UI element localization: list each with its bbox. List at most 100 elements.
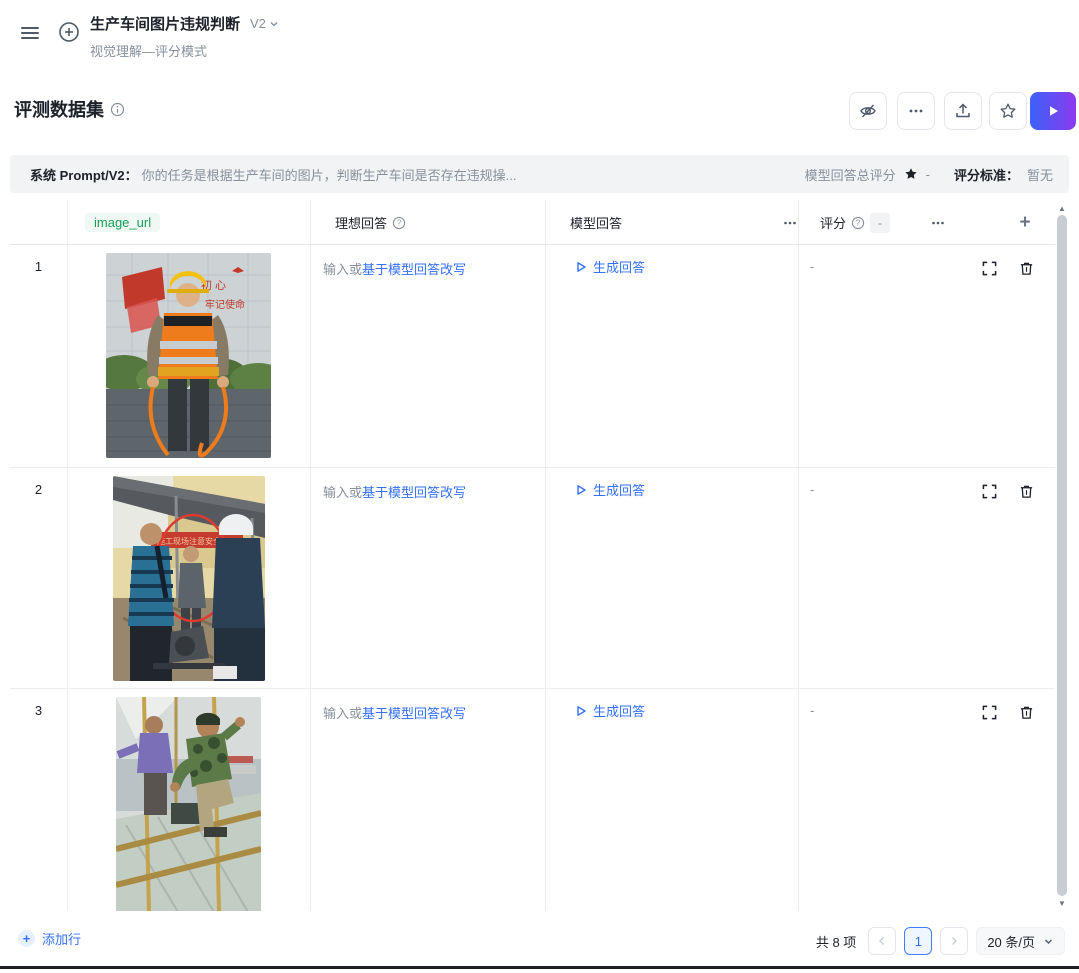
table-row: 1 初 心 牢记使命 输入或基于模型回答改写 生成回答 - bbox=[10, 245, 1055, 467]
model-answer-cell: 生成回答 bbox=[545, 257, 798, 276]
page-size-select[interactable]: 20 条/页 bbox=[976, 927, 1065, 955]
window-bottom-edge bbox=[0, 966, 1079, 969]
rewrite-from-model-link[interactable]: 基于模型回答改写 bbox=[362, 262, 466, 277]
row-number: 1 bbox=[34, 259, 43, 274]
generate-answer-button[interactable]: 生成回答 bbox=[575, 257, 645, 276]
current-page-button[interactable]: 1 bbox=[904, 927, 933, 955]
add-row-button[interactable]: + 添加行 bbox=[18, 929, 81, 948]
more-icon bbox=[909, 109, 923, 113]
menu-icon[interactable] bbox=[16, 20, 44, 46]
row-image-cell[interactable]: 施工现场注意安全 bbox=[67, 476, 310, 681]
ideal-answer-placeholder: 输入或 bbox=[323, 262, 363, 277]
table-row: 2 施工现场注意安全 输入或基于模型回答改写 生成回答 - bbox=[10, 467, 1055, 688]
version-select[interactable]: V2 bbox=[250, 16, 279, 31]
total-score-value: - bbox=[925, 166, 930, 182]
total-count: 共 8 项 bbox=[815, 934, 857, 950]
model-answer-cell: 生成回答 bbox=[545, 701, 798, 720]
expand-row-button[interactable] bbox=[982, 261, 997, 276]
app-subtitle: 视觉理解—评分模式 bbox=[90, 44, 208, 59]
plus-icon: + bbox=[18, 930, 35, 947]
score-cell: - bbox=[810, 482, 815, 497]
column-header-image-url[interactable]: image_url bbox=[85, 213, 161, 232]
ideal-answer-placeholder: 输入或 bbox=[323, 706, 363, 721]
page-size-label: 20 条/页 bbox=[987, 934, 1035, 950]
version-label: V2 bbox=[250, 16, 266, 31]
ideal-answer-placeholder: 输入或 bbox=[323, 485, 363, 500]
system-prompt-bar[interactable]: 系统 Prompt/V2： 你的任务是根据生产车间的图片，判断生产车间是否存在违… bbox=[10, 155, 1069, 193]
delete-row-button[interactable] bbox=[1019, 705, 1034, 720]
generate-answer-label: 生成回答 bbox=[593, 704, 646, 719]
ideal-answer-cell[interactable]: 输入或基于模型回答改写 bbox=[310, 482, 545, 501]
row-image-cell[interactable] bbox=[67, 697, 310, 911]
chevron-left-icon bbox=[879, 937, 885, 945]
score-filter-badge[interactable]: - bbox=[870, 212, 891, 233]
vertical-scrollbar[interactable]: ▲ ▼ bbox=[1055, 200, 1069, 911]
ideal-answer-cell[interactable]: 输入或基于模型回答改写 bbox=[310, 703, 545, 722]
star-icon bbox=[1000, 103, 1016, 118]
play-outline-icon bbox=[577, 484, 586, 495]
rewrite-from-model-link[interactable]: 基于模型回答改写 bbox=[362, 706, 466, 721]
column-header-score[interactable]: 评分 bbox=[820, 213, 846, 232]
svg-text:?: ? bbox=[856, 218, 861, 227]
dataset-table: image_url 理想回答 ? 模型回答 评分 ? - + 1 初 心 牢记使… bbox=[10, 200, 1069, 911]
column-header-model-answer[interactable]: 模型回答 bbox=[570, 213, 622, 232]
chevron-down-icon bbox=[1045, 939, 1052, 944]
prev-page-button[interactable] bbox=[868, 927, 897, 955]
add-column-button[interactable]: + bbox=[1019, 212, 1030, 234]
eye-off-button[interactable] bbox=[849, 92, 887, 130]
circle-plus-icon[interactable] bbox=[56, 19, 82, 45]
star-filled-icon[interactable] bbox=[904, 167, 918, 181]
row-image-cell[interactable]: 初 心 牢记使命 bbox=[67, 253, 310, 458]
help-icon[interactable]: ? bbox=[392, 216, 406, 230]
pagination: 共 8 项 1 20 条/页 bbox=[816, 927, 1065, 955]
eye-off-icon bbox=[860, 104, 876, 118]
run-button[interactable] bbox=[1030, 92, 1076, 130]
expand-row-button[interactable] bbox=[982, 705, 997, 720]
scaffold-scene-image[interactable] bbox=[116, 697, 261, 911]
system-prompt-label: 系统 Prompt/V2： bbox=[30, 167, 138, 183]
model-column-more-icon[interactable] bbox=[782, 215, 798, 231]
favorite-button[interactable] bbox=[989, 92, 1027, 130]
scrollbar-thumb[interactable] bbox=[1057, 215, 1067, 896]
delete-row-button[interactable] bbox=[1019, 261, 1034, 276]
criteria-label: 评分标准： bbox=[953, 167, 1019, 183]
app-title-block: 生产车间图片违规判断 V2 视觉理解—评分模式 bbox=[90, 13, 279, 60]
info-icon[interactable] bbox=[110, 102, 125, 117]
score-cell: - bbox=[810, 703, 815, 718]
upload-button[interactable] bbox=[944, 92, 982, 130]
generate-answer-button[interactable]: 生成回答 bbox=[575, 701, 645, 720]
svg-text:牢记使命: 牢记使命 bbox=[205, 298, 245, 311]
worker-portrait-image[interactable]: 初 心 牢记使命 bbox=[106, 253, 271, 458]
help-icon[interactable]: ? bbox=[851, 216, 865, 230]
scroll-up-icon[interactable]: ▲ bbox=[1055, 202, 1069, 214]
model-answer-cell: 生成回答 bbox=[545, 480, 798, 499]
delete-row-button[interactable] bbox=[1019, 484, 1034, 499]
column-header-ideal-answer[interactable]: 理想回答 bbox=[335, 213, 387, 232]
table-header-row: image_url 理想回答 ? 模型回答 评分 ? - + bbox=[10, 200, 1055, 245]
app-title: 生产车间图片违规判断 bbox=[90, 16, 241, 33]
add-row-label: 添加行 bbox=[42, 932, 82, 947]
score-column-more-icon[interactable] bbox=[930, 215, 946, 231]
chevron-down-icon bbox=[270, 21, 278, 26]
app-window: 生产车间图片违规判断 V2 视觉理解—评分模式 评测数据集 系统 Prompt/… bbox=[0, 0, 1079, 973]
next-page-button[interactable] bbox=[940, 927, 969, 955]
chevron-right-icon bbox=[952, 937, 958, 945]
more-button[interactable] bbox=[897, 92, 935, 130]
workshop-scene-image[interactable]: 施工现场注意安全 bbox=[112, 476, 265, 681]
svg-text:施工现场注意安全: 施工现场注意安全 bbox=[157, 536, 221, 546]
system-prompt-text: 你的任务是根据生产车间的图片，判断生产车间是否存在违规操... bbox=[141, 167, 517, 183]
scroll-down-icon[interactable]: ▼ bbox=[1055, 897, 1069, 909]
upload-icon bbox=[956, 103, 970, 118]
generate-answer-button[interactable]: 生成回答 bbox=[575, 480, 645, 499]
ideal-answer-cell[interactable]: 输入或基于模型回答改写 bbox=[310, 259, 545, 278]
row-number: 3 bbox=[34, 703, 43, 718]
play-icon bbox=[1050, 106, 1058, 116]
play-outline-icon bbox=[577, 261, 586, 272]
page-title: 评测数据集 bbox=[14, 100, 104, 120]
rewrite-from-model-link[interactable]: 基于模型回答改写 bbox=[362, 485, 466, 500]
expand-row-button[interactable] bbox=[982, 484, 997, 499]
generate-answer-label: 生成回答 bbox=[593, 260, 646, 275]
svg-text:?: ? bbox=[397, 218, 402, 227]
play-outline-icon bbox=[577, 705, 586, 716]
total-score-label: 模型回答总评分 bbox=[804, 167, 896, 183]
